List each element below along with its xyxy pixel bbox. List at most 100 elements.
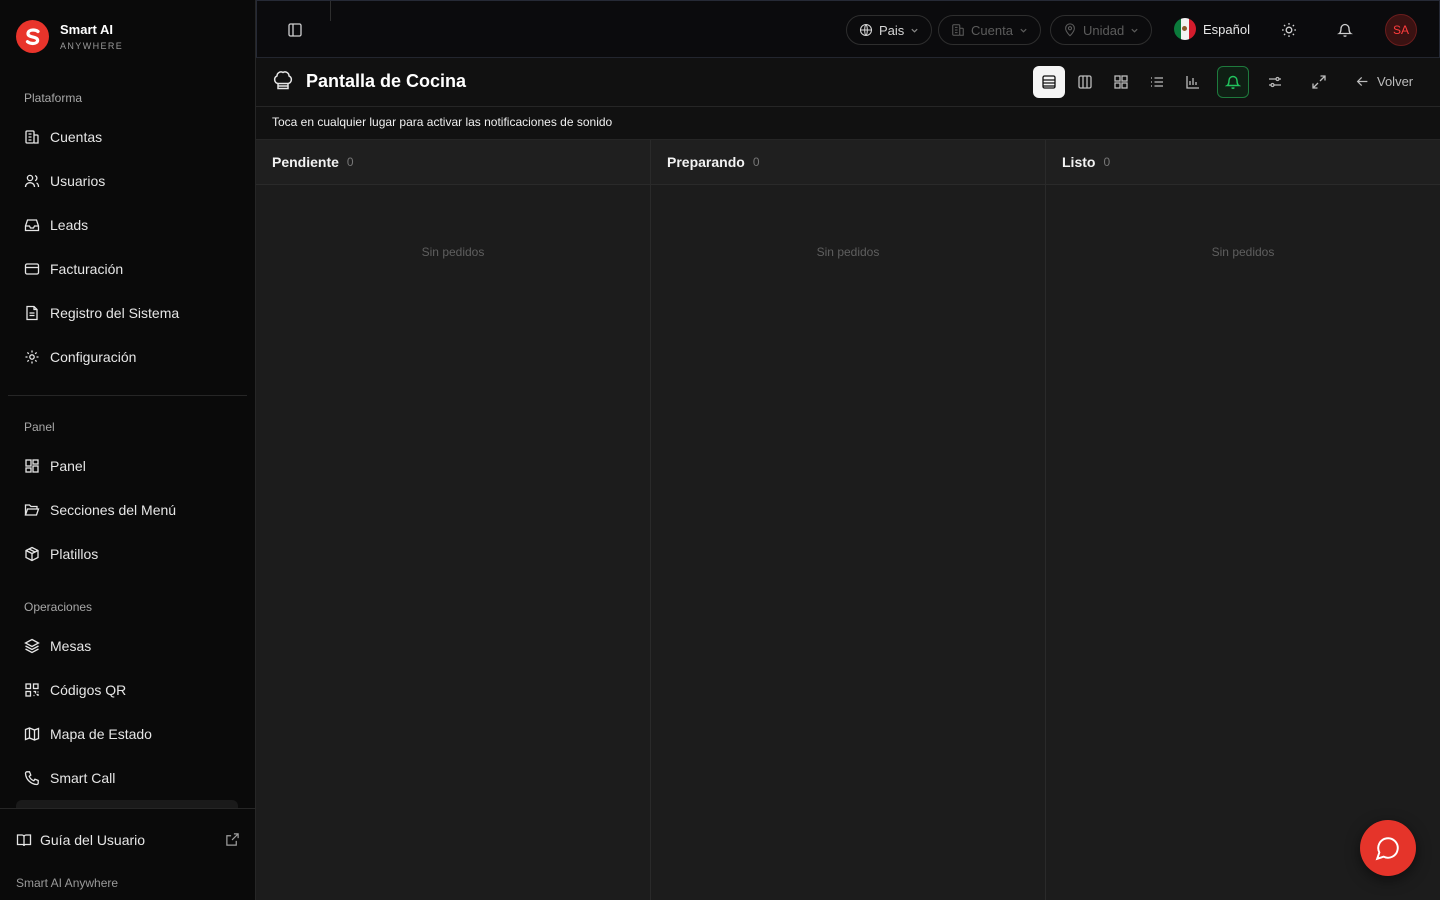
language-switcher[interactable]: Español [1174,18,1250,40]
section-label-plataforma: Plataforma [24,91,83,105]
column-title: Preparando [667,154,745,170]
topbar-divider [330,1,331,21]
sidebar-item-configuracion[interactable]: Configuración [16,339,240,375]
sound-notice-banner[interactable]: Toca en cualquier lugar para activar las… [256,107,1440,140]
package-icon [25,546,39,562]
users-icon [24,174,40,188]
kitchen-board: Pendiente 0 Sin pedidos Preparando 0 Sin… [256,140,1440,900]
page-title: Pantalla de Cocina [306,70,467,91]
column-preparando: Preparando 0 Sin pedidos [651,140,1046,900]
country-select[interactable]: Pais [846,15,933,45]
sidebar-item-platillos[interactable]: Platillos [16,536,240,572]
list-icon [1151,77,1163,87]
sidebar-item-codigos-qr[interactable]: Códigos QR [16,672,240,708]
unit-select-label: Unidad [1083,22,1125,38]
layout-grid-icon [25,459,39,473]
chevron-down-icon [1020,28,1027,33]
sidebar-divider [8,395,247,396]
view-list-button[interactable] [1141,66,1173,98]
sidebar-scroll-edge [16,800,238,808]
empty-state: Sin pedidos [421,245,485,259]
section-label-operaciones: Operaciones [24,600,93,614]
sidebar-item-label: Registro del Sistema [50,305,180,321]
theme-toggle-button[interactable] [1279,20,1299,40]
sidebar-toggle-button[interactable] [285,20,305,40]
language-label: Español [1203,21,1250,37]
sidebar-item-label: Platillos [50,546,99,562]
sidebar-item-cuentas[interactable]: Cuentas [16,119,240,155]
back-label: Volver [1377,74,1414,89]
building-icon [952,24,964,36]
column-count: 0 [752,155,760,169]
page-header: Pantalla de Cocina Volver [256,58,1440,107]
country-select-label: Pais [879,22,905,38]
sidebar-item-usuarios[interactable]: Usuarios [16,163,240,199]
back-button[interactable]: Volver [1356,74,1413,89]
arrow-left-icon [1356,77,1368,86]
map-pin-icon [1065,23,1075,37]
sidebar-item-label: Facturación [50,261,124,277]
sidebar-item-mesas[interactable]: Mesas [16,628,240,664]
mexico-flag-icon [1174,18,1196,40]
sidebar-item-leads[interactable]: Leads [16,207,240,243]
notifications-button[interactable] [1335,20,1355,40]
phone-icon [24,771,39,786]
chat-button[interactable] [1360,820,1416,876]
account-select[interactable]: Cuenta [938,15,1041,45]
user-avatar[interactable]: SA [1385,14,1417,46]
column-pendiente: Pendiente 0 Sin pedidos [256,140,651,900]
section-label-panel: Panel [24,420,55,434]
columns-icon [1078,75,1092,89]
sidebar-item-panel[interactable]: Panel [16,448,240,484]
sidebar-item-label: Cuentas [50,129,103,145]
empty-state: Sin pedidos [1211,245,1275,259]
chevron-down-icon [1131,28,1138,33]
sidebar-item-mapa-estado[interactable]: Mapa de Estado [16,716,240,752]
qr-code-icon [25,683,39,697]
credit-card-icon [24,263,40,275]
bell-icon [1225,75,1241,89]
sidebar-item-secciones[interactable]: Secciones del Menú [16,492,240,528]
chevron-down-icon [911,28,918,33]
user-guide-link[interactable]: Guía del Usuario [16,829,240,851]
sidebar-item-smart-call[interactable]: Smart Call [16,760,240,796]
account-select-label: Cuenta [971,22,1013,38]
sidebar: Smart AI ANYWHERE Plataforma Cuentas Usu… [0,0,256,900]
top-bar: Pais Cuenta Unidad Español SA [256,0,1440,58]
sidebar-item-label: Mapa de Estado [50,726,152,742]
sidebar-item-label: Secciones del Menú [50,502,177,518]
bell-icon [1337,23,1353,37]
brand[interactable]: Smart AI ANYWHERE [16,20,123,53]
folder-open-icon [24,504,40,516]
sidebar-item-facturacion[interactable]: Facturación [16,251,240,287]
sidebar-item-registro[interactable]: Registro del Sistema [16,295,240,331]
view-columns-button[interactable] [1069,66,1101,98]
rows-icon [1042,75,1056,89]
view-single-button[interactable] [1033,66,1065,98]
brand-name: Smart AI [60,21,113,37]
layers-icon [24,638,40,654]
sidebar-item-label: Usuarios [50,173,106,189]
globe-icon [859,23,873,37]
sidebar-footer: Guía del Usuario Smart AI Anywhere [0,808,255,900]
file-text-icon [26,305,38,321]
sound-notifications-toggle[interactable] [1217,66,1249,98]
sidebar-item-label: Configuración [50,349,137,365]
unit-select[interactable]: Unidad [1050,15,1153,45]
column-title: Pendiente [272,154,339,170]
brand-logo-icon [16,20,49,53]
fullscreen-button[interactable] [1303,66,1335,98]
filters-button[interactable] [1259,66,1291,98]
sidebar-item-label: Panel [50,458,86,474]
stats-button[interactable] [1177,66,1209,98]
sliders-icon [1269,76,1281,88]
column-count: 0 [346,155,354,169]
bar-chart-icon [1186,76,1199,89]
map-icon [24,727,40,741]
view-grid-button[interactable] [1105,66,1137,98]
user-guide-label: Guía del Usuario [40,832,146,848]
column-count: 0 [1103,155,1111,169]
sidebar-item-label: Mesas [50,638,92,654]
chef-hat-icon [273,71,293,90]
sidebar-item-label: Leads [50,217,89,233]
